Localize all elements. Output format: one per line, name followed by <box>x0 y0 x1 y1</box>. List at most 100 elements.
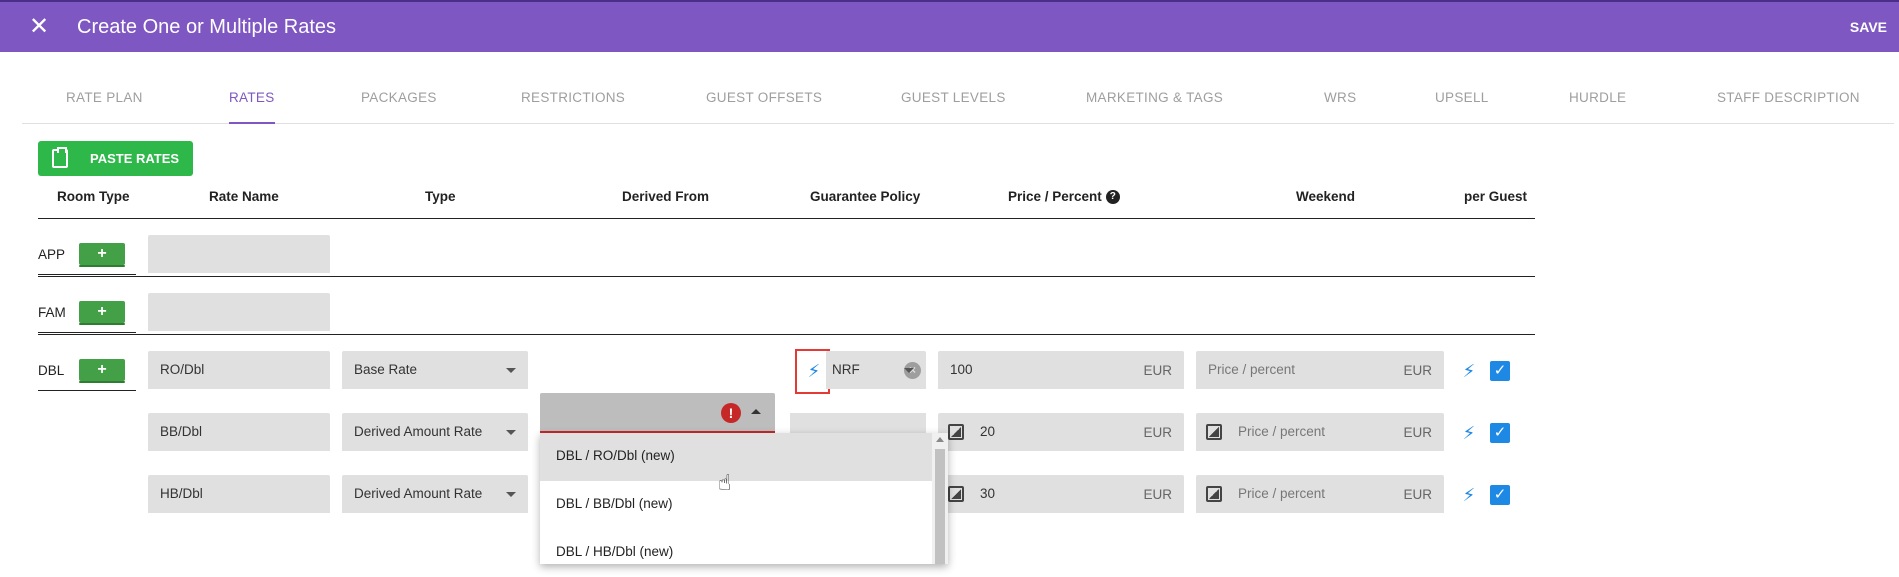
lightning-icon[interactable]: ⚡ <box>1462 423 1476 443</box>
rate-name-input[interactable] <box>148 235 330 273</box>
chevron-down-icon <box>506 430 516 435</box>
lightning-icon[interactable]: ⚡ <box>1462 361 1476 381</box>
weekend-price-input[interactable]: Price / percent EUR <box>1196 475 1444 513</box>
tab-staff-description[interactable]: STAFF DESCRIPTION <box>1717 90 1860 105</box>
room-type-label: DBL <box>38 363 65 378</box>
chevron-up-icon <box>751 409 761 414</box>
type-select[interactable]: Base Rate <box>342 351 528 389</box>
image-icon[interactable] <box>1206 424 1222 440</box>
room-underline <box>38 332 136 333</box>
menu-item[interactable]: DBL / HB/Dbl (new) <box>540 529 932 577</box>
tab-marketing-tags[interactable]: MARKETING & TAGS <box>1086 90 1223 105</box>
room-type-label: FAM <box>38 305 66 320</box>
title-bar: ✕ Create One or Multiple Rates SAVE <box>0 0 1899 52</box>
menu-item[interactable]: DBL / RO/Dbl (new) <box>540 433 932 481</box>
close-icon[interactable]: ✕ <box>26 14 52 40</box>
price-input[interactable]: 30 EUR <box>938 475 1184 513</box>
guarantee-policy-select[interactable]: NRF × <box>826 351 926 389</box>
price-input[interactable]: 20 EUR <box>938 413 1184 451</box>
menu-item[interactable]: DBL / BB/Dbl (new) <box>540 481 932 529</box>
room-underline <box>38 274 136 275</box>
tab-hurdle[interactable]: HURDLE <box>1569 90 1626 105</box>
guarantee-value: NRF <box>832 362 860 377</box>
scroll-up-icon[interactable] <box>936 437 944 442</box>
tab-packages[interactable]: PACKAGES <box>361 90 437 105</box>
column-derived-from: Derived From <box>622 189 710 204</box>
lightning-icon[interactable]: ⚡ <box>807 361 821 381</box>
tab-restrictions[interactable]: RESTRICTIONS <box>521 90 625 105</box>
help-icon[interactable]: ? <box>1105 190 1120 205</box>
tab-bar: RATE PLAN RATES PACKAGES RESTRICTIONS GU… <box>22 52 1894 124</box>
weekend-placeholder: Price / percent <box>1238 486 1326 501</box>
type-value: Derived Amount Rate <box>354 424 483 439</box>
tab-upsell[interactable]: UPSELL <box>1435 90 1489 105</box>
rate-name-value: RO/Dbl <box>160 362 205 377</box>
rate-name-value: BB/Dbl <box>160 424 203 439</box>
type-select[interactable]: Derived Amount Rate <box>342 475 528 513</box>
menu-scrollbar[interactable] <box>932 433 948 564</box>
per-guest-checkbox[interactable]: ✓ <box>1490 423 1510 443</box>
price-value: 20 <box>980 424 996 439</box>
save-button[interactable]: SAVE <box>1850 19 1887 35</box>
tab-guest-offsets[interactable]: GUEST OFFSETS <box>706 90 822 105</box>
type-value: Derived Amount Rate <box>354 486 483 501</box>
per-guest-checkbox[interactable]: ✓ <box>1490 485 1510 505</box>
currency-label: EUR <box>1403 487 1432 502</box>
room-underline <box>38 390 136 391</box>
dialog-title: Create One or Multiple Rates <box>77 16 337 38</box>
column-type: Type <box>425 189 456 204</box>
scrollbar-thumb[interactable] <box>935 449 945 564</box>
currency-label: EUR <box>1143 487 1172 502</box>
price-input[interactable]: 100 EUR <box>938 351 1184 389</box>
currency-label: EUR <box>1143 363 1172 378</box>
type-value: Base Rate <box>354 362 418 377</box>
rate-name-input[interactable]: RO/Dbl <box>148 351 330 389</box>
rate-name-input[interactable] <box>148 293 330 331</box>
derived-from-select[interactable]: ! <box>540 393 775 433</box>
room-type-label: APP <box>38 247 66 262</box>
lightning-icon[interactable]: ⚡ <box>1462 485 1476 505</box>
add-rate-button[interactable]: + <box>79 301 125 325</box>
chevron-down-icon <box>506 492 516 497</box>
column-rate-name: Rate Name <box>209 189 279 204</box>
row-divider <box>38 276 1535 277</box>
currency-label: EUR <box>1403 363 1432 378</box>
weekend-price-input[interactable]: Price / percent EUR <box>1196 413 1444 451</box>
column-per-guest: per Guest <box>1464 189 1528 204</box>
menu-item-label: DBL / BB/Dbl (new) <box>556 496 673 511</box>
chevron-down-icon <box>904 368 914 373</box>
menu-item-label: DBL / HB/Dbl (new) <box>556 544 674 559</box>
tab-guest-levels[interactable]: GUEST LEVELS <box>901 90 1006 105</box>
menu-item-label: DBL / RO/Dbl (new) <box>556 448 675 463</box>
header-divider <box>38 218 1535 219</box>
image-icon[interactable] <box>948 424 964 440</box>
chevron-down-icon <box>506 368 516 373</box>
rate-name-input[interactable]: HB/Dbl <box>148 475 330 513</box>
image-icon[interactable] <box>948 486 964 502</box>
rate-name-input[interactable]: BB/Dbl <box>148 413 330 451</box>
image-icon[interactable] <box>1206 486 1222 502</box>
hand-pointer-icon: ☝ <box>718 470 732 495</box>
paste-rates-label: PASTE RATES <box>90 151 180 166</box>
clipboard-icon <box>52 147 68 168</box>
add-rate-button[interactable]: + <box>79 359 125 383</box>
price-value: 100 <box>950 362 973 377</box>
add-rate-button[interactable]: + <box>79 243 125 267</box>
column-price-percent: Price / Percent? <box>1008 189 1120 205</box>
tab-rate-plan[interactable]: RATE PLAN <box>66 90 143 105</box>
paste-rates-button[interactable]: PASTE RATES <box>38 141 193 176</box>
price-value: 30 <box>980 486 996 501</box>
column-room-type: Room Type <box>57 189 130 204</box>
tab-wrs[interactable]: WRS <box>1324 90 1356 105</box>
weekend-placeholder: Price / percent <box>1208 362 1296 377</box>
type-select[interactable]: Derived Amount Rate <box>342 413 528 451</box>
tab-rates[interactable]: RATES <box>229 90 275 124</box>
derived-from-menu: DBL / RO/Dbl (new) DBL / BB/Dbl (new) DB… <box>540 433 948 564</box>
currency-label: EUR <box>1403 425 1432 440</box>
per-guest-checkbox[interactable]: ✓ <box>1490 361 1510 381</box>
weekend-placeholder: Price / percent <box>1238 424 1326 439</box>
rate-name-value: HB/Dbl <box>160 486 203 501</box>
weekend-price-input[interactable]: Price / percent EUR <box>1196 351 1444 389</box>
column-guarantee-policy: Guarantee Policy <box>810 189 921 204</box>
row-divider <box>38 334 1535 335</box>
